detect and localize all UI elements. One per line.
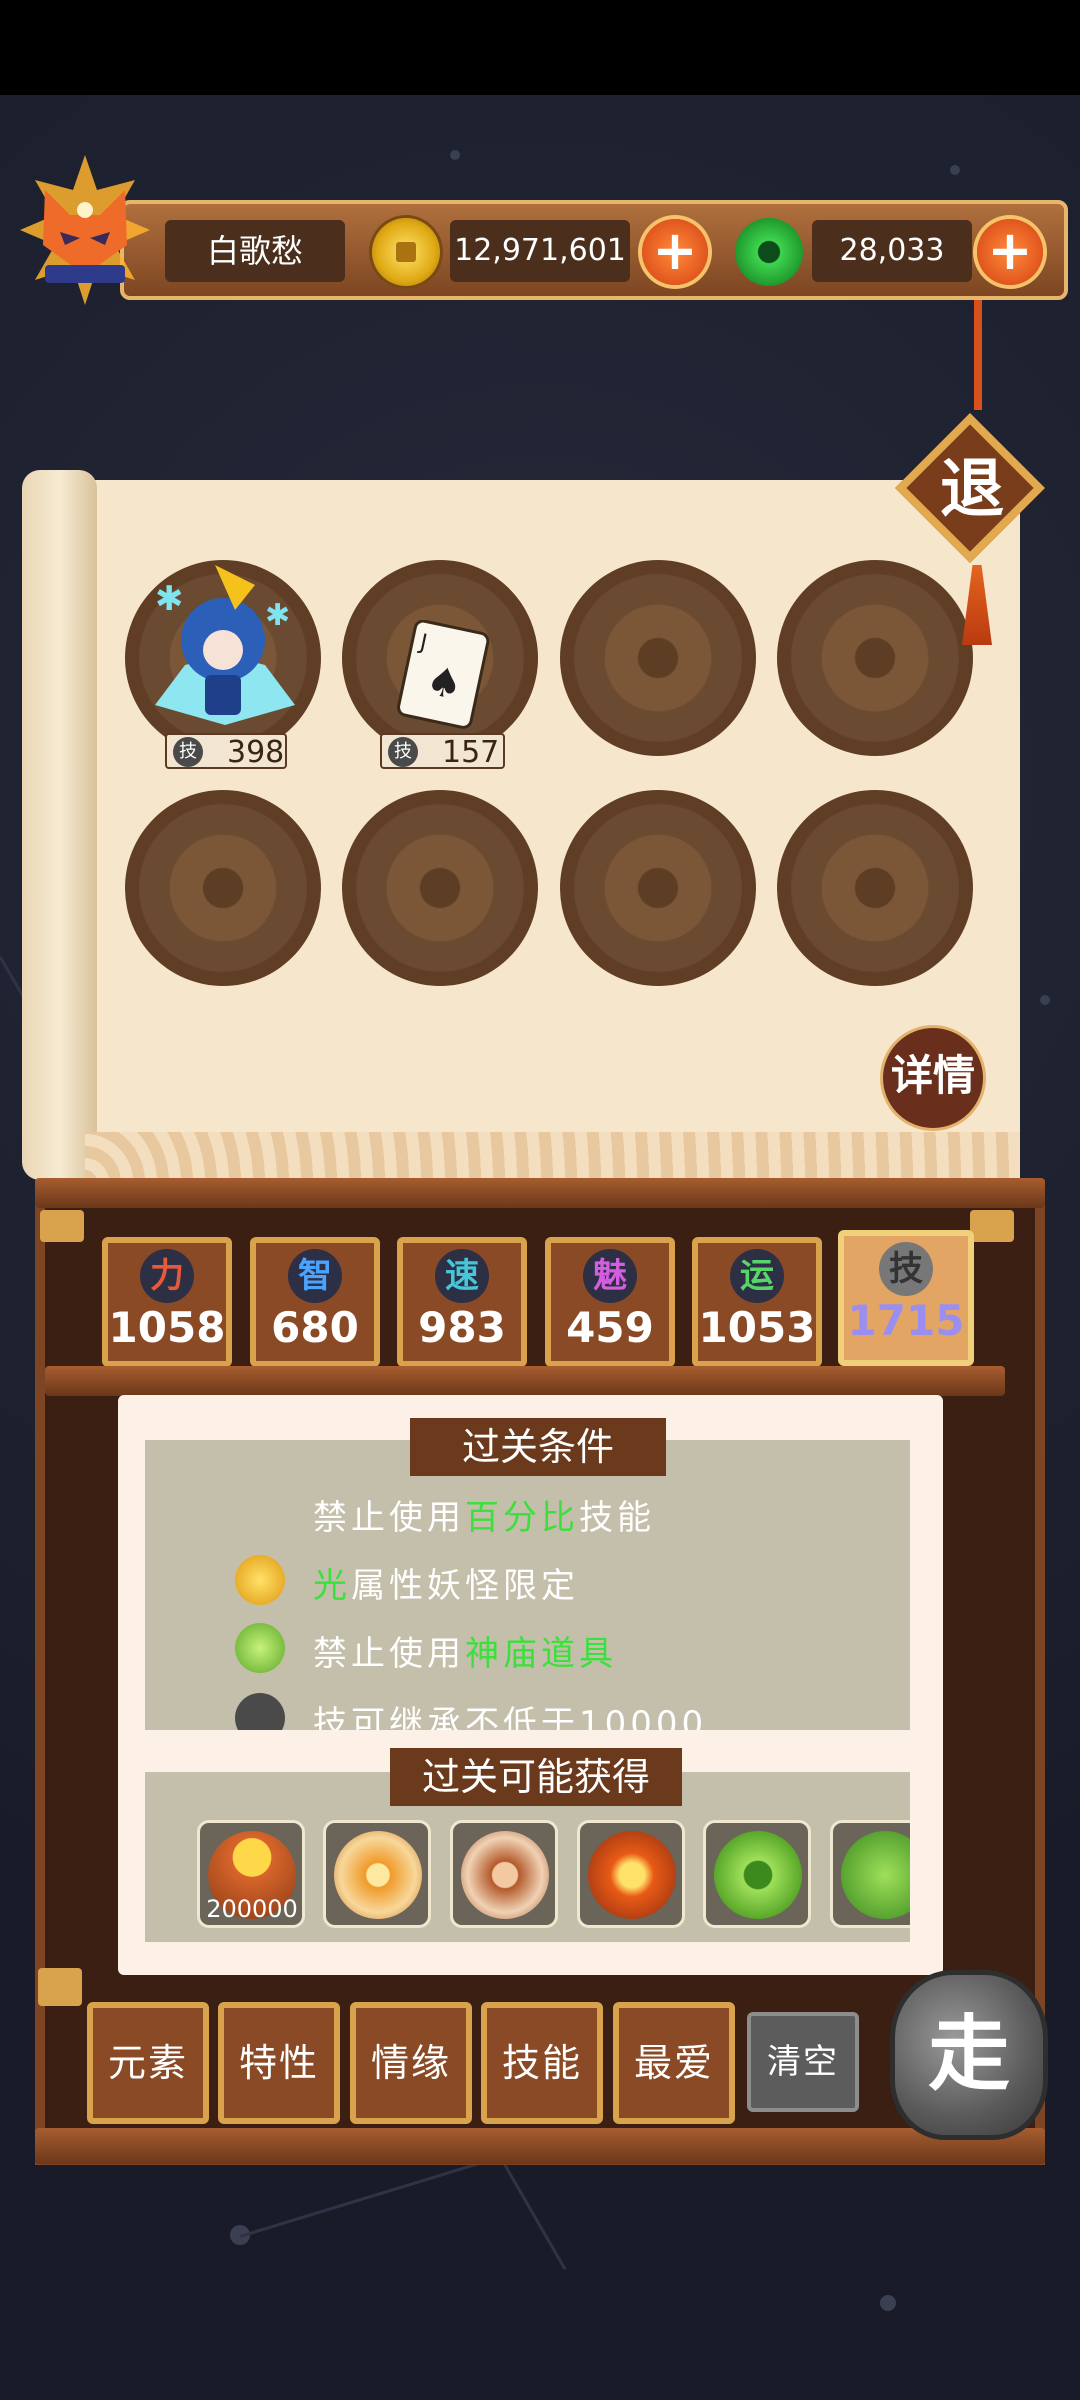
luck-icon: 运 bbox=[730, 1249, 784, 1303]
team-1-skill-badge: 技 398 bbox=[165, 733, 287, 770]
compass-orb-icon bbox=[334, 1831, 422, 1919]
reward-item[interactable] bbox=[830, 1820, 910, 1928]
status-bar bbox=[0, 0, 1080, 95]
ice-monster-icon: ✱ ✱ bbox=[155, 565, 295, 725]
tab-trait[interactable]: 特性 bbox=[218, 2002, 340, 2124]
reward-item[interactable] bbox=[703, 1820, 811, 1928]
jade-amount: 28,033 bbox=[812, 220, 972, 282]
tab-element[interactable]: 元素 bbox=[87, 2002, 209, 2124]
reward-item[interactable]: 200000 bbox=[197, 1820, 305, 1928]
fire-orb-icon bbox=[588, 1831, 676, 1919]
stat-skill[interactable]: 技 1715 bbox=[838, 1230, 974, 1366]
skill-icon: 技 bbox=[173, 737, 203, 767]
fox-mask-avatar-icon[interactable] bbox=[15, 150, 155, 310]
stat-intelligence[interactable]: 智 680 bbox=[250, 1237, 380, 1367]
team-slot-5[interactable] bbox=[125, 790, 321, 986]
stat-charm[interactable]: 魅 459 bbox=[545, 1237, 675, 1367]
exit-string bbox=[974, 300, 982, 410]
green-orb-icon bbox=[841, 1831, 910, 1919]
temple-item-icon bbox=[235, 1623, 285, 1673]
stat-value: 983 bbox=[418, 1303, 506, 1352]
stat-value: 459 bbox=[566, 1303, 654, 1352]
jade-icon bbox=[735, 218, 803, 286]
gold-coin-icon bbox=[372, 218, 440, 286]
stat-value: 1715 bbox=[847, 1296, 965, 1345]
light-attribute-icon bbox=[235, 1555, 285, 1605]
skill-icon: 技 bbox=[388, 737, 418, 767]
scroll-wave-border bbox=[85, 1132, 1020, 1182]
tab-skill[interactable]: 技能 bbox=[481, 2002, 603, 2124]
reward-item[interactable] bbox=[577, 1820, 685, 1928]
stat-value: 1053 bbox=[698, 1303, 816, 1352]
exit-label: 退 bbox=[940, 453, 1004, 527]
exit-button[interactable]: 退 bbox=[895, 413, 1047, 565]
svg-text:✱: ✱ bbox=[155, 579, 184, 619]
scroll-rod bbox=[22, 470, 97, 1180]
gold-amount: 12,971,601 bbox=[450, 220, 630, 282]
team-1-skill-value: 398 bbox=[227, 735, 285, 770]
stat-speed[interactable]: 速 983 bbox=[397, 1237, 527, 1367]
skill-icon: 技 bbox=[879, 1242, 933, 1296]
rewards-title: 过关可能获得 bbox=[390, 1748, 682, 1806]
player-name[interactable]: 白歌愁 bbox=[165, 220, 345, 282]
condition-3: 禁止使用神庙道具 bbox=[313, 1634, 617, 1674]
clear-button[interactable]: 清空 bbox=[747, 2012, 859, 2112]
stat-value: 1058 bbox=[108, 1303, 226, 1352]
playing-card-icon: J ♠ bbox=[397, 620, 490, 729]
corner-bracket bbox=[38, 1968, 82, 2006]
reward-count: 200000 bbox=[206, 1895, 298, 1923]
stat-value: 680 bbox=[271, 1303, 359, 1352]
corner-bracket bbox=[40, 1210, 84, 1242]
add-jade-button[interactable]: + bbox=[977, 219, 1043, 285]
team-2-skill-badge: 技 157 bbox=[380, 733, 505, 770]
team-slot-6[interactable] bbox=[342, 790, 538, 986]
conditions-box[interactable]: 禁止使用百分比技能 光属性妖怪限定 禁止使用神庙道具 技可继承不低于10000 bbox=[145, 1440, 910, 1730]
skill-condition-icon bbox=[235, 1693, 285, 1730]
tab-bond[interactable]: 情缘 bbox=[350, 2002, 472, 2124]
charm-icon: 魅 bbox=[583, 1249, 637, 1303]
svg-text:✱: ✱ bbox=[265, 598, 290, 633]
strength-icon: 力 bbox=[140, 1249, 194, 1303]
stat-strength[interactable]: 力 1058 bbox=[102, 1237, 232, 1367]
stat-luck[interactable]: 运 1053 bbox=[692, 1237, 822, 1367]
team-slot-8[interactable] bbox=[777, 790, 973, 986]
speed-icon: 速 bbox=[435, 1249, 489, 1303]
conditions-title: 过关条件 bbox=[410, 1418, 666, 1476]
swirl-orb-icon bbox=[461, 1831, 549, 1919]
clover-orb-icon bbox=[714, 1831, 802, 1919]
condition-1: 禁止使用百分比技能 bbox=[313, 1498, 655, 1538]
add-gold-button[interactable]: + bbox=[642, 219, 708, 285]
team-2-skill-value: 157 bbox=[442, 735, 500, 770]
condition-2: 光属性妖怪限定 bbox=[313, 1566, 579, 1606]
intelligence-icon: 智 bbox=[288, 1249, 342, 1303]
cabinet-top-shelf bbox=[35, 1178, 1045, 1208]
reward-item[interactable] bbox=[323, 1820, 431, 1928]
corner-bracket bbox=[970, 1210, 1014, 1242]
cabinet-middle-shelf bbox=[45, 1366, 1005, 1396]
go-label: 走 bbox=[927, 2007, 1010, 2102]
team-slot-3[interactable] bbox=[560, 560, 756, 756]
reward-item[interactable] bbox=[450, 1820, 558, 1928]
condition-4: 技可继承不低于10000 bbox=[313, 1704, 708, 1730]
details-button[interactable]: 详情 bbox=[880, 1025, 986, 1131]
tab-favorite[interactable]: 最爱 bbox=[613, 2002, 735, 2124]
team-slot-7[interactable] bbox=[560, 790, 756, 986]
go-button[interactable]: 走 bbox=[880, 1960, 1058, 2150]
team-slot-4[interactable] bbox=[777, 560, 973, 756]
